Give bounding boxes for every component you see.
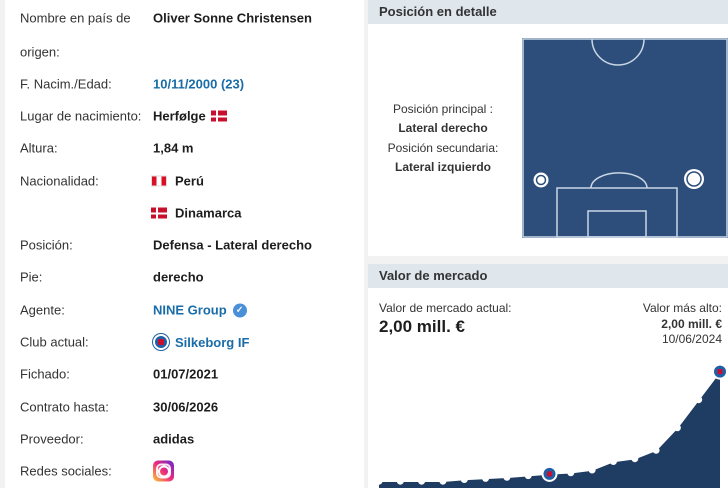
label-club: Club actual: [20, 334, 89, 350]
info-row-name: Nombre en país de Oliver Sonne Christens… [5, 2, 364, 34]
highest-value-date: 10/06/2024 [661, 332, 722, 346]
label-nationality: Nacionalidad: [20, 173, 99, 189]
label-agent: Agente: [20, 302, 65, 318]
current-value: 2,00 mill. € [379, 317, 465, 336]
club-name: Silkeborg IF [175, 334, 250, 350]
pitch-background [522, 38, 728, 238]
chart-point[interactable] [396, 477, 404, 485]
value-foot: derecho [153, 269, 204, 285]
highest-value-label: Valor más alto: [642, 301, 722, 315]
label-social: Redes sociales: [20, 463, 112, 479]
nationality-denmark: Dinamarca [175, 205, 242, 221]
main-position-label: Posición principal : [392, 102, 494, 116]
verified-check-icon: ✓ [232, 303, 247, 317]
info-row-social: Redes sociales: [5, 455, 364, 487]
club-link[interactable]: Silkeborg IF [153, 334, 249, 350]
club-crest-marker [547, 471, 552, 477]
nationality-peru: Perú [175, 173, 204, 189]
label-position: Posición: [20, 237, 73, 253]
club-crest-icon [153, 334, 169, 350]
label-supplier: Proveedor: [20, 431, 84, 447]
chart-point[interactable] [375, 477, 383, 485]
label-name: Nombre en país de [20, 10, 131, 26]
value-nationality-1: Perú [151, 174, 204, 189]
info-row-nationality-2: Dinamarca [5, 197, 364, 229]
value-birthplace: Herfølge [153, 109, 227, 124]
label-birth: F. Nacim./Edad: [20, 76, 112, 92]
info-row-position: Posición: Defensa - Lateral derecho [5, 229, 364, 261]
label-contract: Contrato hasta: [20, 399, 109, 415]
info-row-joined: Fichado: 01/07/2021 [5, 358, 364, 390]
chart-point[interactable] [588, 466, 596, 474]
info-row-agent: Agente: NINE Group ✓ [5, 294, 364, 326]
birthdate-link[interactable]: 10/11/2000 (23) [153, 77, 244, 92]
value-position: Defensa - Lateral derecho [153, 237, 312, 253]
label-joined: Fichado: [20, 366, 70, 382]
value-joined: 01/07/2021 [153, 366, 219, 382]
agent-link[interactable]: NINE Group ✓ [153, 303, 247, 318]
instagram-icon[interactable] [153, 460, 174, 482]
chart-point[interactable] [609, 458, 617, 465]
value-supplier: adidas [153, 431, 195, 447]
info-row-contract: Contrato hasta: 30/06/2026 [5, 391, 364, 423]
value-name: Oliver Sonne Christensen [153, 10, 312, 26]
label-name-cont: origen: [20, 44, 60, 60]
highest-value: 2,00 mill. € [661, 317, 722, 331]
secondary-position-value: Lateral izquierdo [394, 160, 492, 174]
info-row-foot: Pie: derecho [5, 261, 364, 293]
market-value-panel: Valor de mercado Valor de mercado actual… [368, 264, 728, 488]
info-row-birth: F. Nacim./Edad: 10/11/2000 (23) [5, 68, 364, 100]
chart-point[interactable] [482, 474, 490, 482]
info-row-club: Club actual: Silkeborg IF [5, 326, 364, 358]
secondary-position-label: Posición secundaria: [387, 141, 499, 155]
player-info-panel: Nombre en país de Oliver Sonne Christens… [5, 0, 364, 488]
info-row-height: Altura: 1,84 m [5, 132, 364, 164]
current-value-label: Valor de mercado actual: [379, 301, 512, 315]
denmark-flag-icon [151, 207, 167, 219]
denmark-flag-icon [210, 110, 227, 122]
chart-point[interactable] [503, 473, 511, 481]
value-height: 1,84 m [153, 140, 194, 156]
chart-point[interactable] [460, 476, 468, 483]
chart-point[interactable] [673, 424, 681, 432]
label-birthplace: Lugar de nacimiento: [20, 108, 142, 124]
birthplace-text: Herfølge [153, 108, 206, 124]
agent-name: NINE Group [153, 302, 227, 318]
label-height: Altura: [20, 140, 58, 156]
chart-point[interactable] [524, 472, 532, 480]
position-panel-title: Posición en detalle [368, 0, 728, 24]
position-detail-panel: Posición en detalle Posición principal :… [368, 0, 728, 256]
main-position-value: Lateral derecho [398, 121, 488, 135]
pitch-diagram [522, 38, 728, 238]
value-nationality-2: Dinamarca [151, 206, 241, 221]
club-crest-marker [717, 369, 723, 375]
info-row-nationality: Nacionalidad: Perú [5, 165, 364, 197]
value-social [153, 460, 174, 482]
chart-point[interactable] [439, 477, 447, 485]
label-foot: Pie: [20, 269, 43, 285]
market-value-chart [375, 363, 728, 488]
info-row-birthplace: Lugar de nacimiento: Herfølge [5, 100, 364, 132]
chart-point[interactable] [695, 396, 703, 404]
chart-point[interactable] [418, 477, 426, 485]
value-contract: 30/06/2026 [153, 399, 219, 415]
chart-point[interactable] [652, 446, 660, 454]
info-row-supplier: Proveedor: adidas [5, 423, 364, 455]
peru-flag-icon [151, 175, 167, 187]
chart-point[interactable] [631, 455, 639, 463]
market-panel-title: Valor de mercado [368, 264, 728, 288]
chart-point[interactable] [567, 469, 575, 477]
info-row-name-cont: origen: [5, 36, 364, 68]
